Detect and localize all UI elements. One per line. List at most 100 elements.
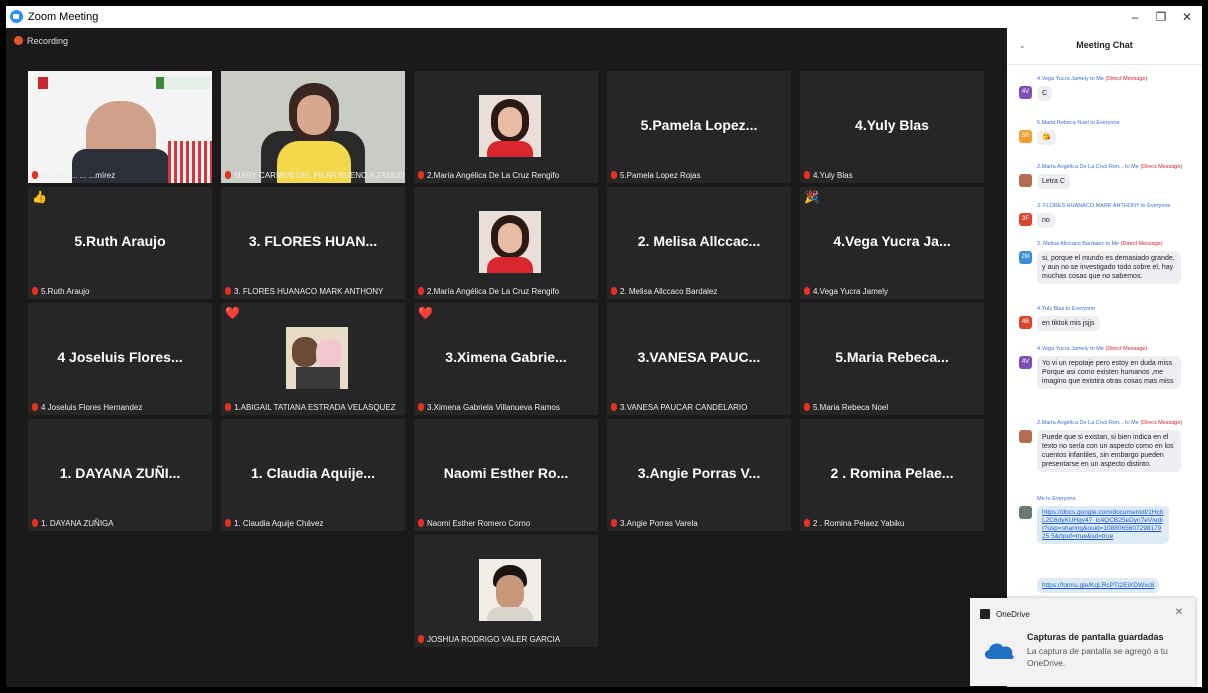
participant-tile[interactable]: 3.VANESA PAUC... 3.VANESA PAUCAR CANDELAR… [607,303,791,415]
sender-avatar: 5R [1019,130,1032,143]
sender-avatar: 4V [1019,356,1032,369]
participant-tile[interactable]: 2.María Angélica De La Cruz Rengifo [414,71,598,183]
chat-sender-line: 2. Melisa Allccaco Bardalez to Me (Direc… [1037,241,1163,247]
participant-tile[interactable]: 4.Vega Yucra Ja... 🎉 4.Vega Yucra Jamely [800,187,984,299]
participant-name-label: 2. Melisa Allccaco Bardalez [611,287,717,296]
chat-bubble: en tiktok mis jsjjs [1037,316,1100,331]
sender-avatar: 2M [1019,251,1032,264]
mic-muted-icon [418,171,424,179]
close-button[interactable]: ✕ [1174,8,1200,26]
mic-muted-icon [225,403,231,411]
window-title: Zoom Meeting [28,11,99,23]
recording-indicator[interactable]: Recording [14,36,68,46]
participant-name-label: 2 . Romina Pelaez Yabiku [804,519,904,528]
participant-photo [286,327,348,389]
participant-tile[interactable]: 3. FLORES HUAN... 3. FLORES HUANACO MARK … [221,187,405,299]
participant-name-label: 4 Joseluis Flores Hernandez [32,403,142,412]
participant-name-label: 3. FLORES HUANACO MARK ANTHONY [225,287,383,296]
chat-bubble: Yo vi un repotaje pero estoy en duda mis… [1037,356,1181,389]
title-bar: Zoom Meeting – ❐ ✕ [6,6,1202,28]
participant-display-name: 5.Ruth Araujo [74,233,166,249]
minimize-button[interactable]: – [1122,8,1148,26]
participant-display-name: 2. Melisa Allccac... [637,233,761,249]
participant-display-name: 1. DAYANA ZUÑI... [59,465,181,481]
chat-bubble: si, porque el mundo es demasiado grande,… [1037,251,1181,284]
participant-photo [479,211,541,273]
mic-muted-icon [418,635,424,643]
participant-tile[interactable]: Naomi Esther Ro... Naomi Esther Romero Co… [414,419,598,531]
restore-button[interactable]: ❐ [1148,8,1174,26]
reaction-icon: 🎉 [804,190,819,204]
participant-name-label: 1. Claudia Aquije Chávez [225,519,323,528]
participant-name-label: 4.Yuly Blas [804,171,853,180]
chat-sender-line: Me to Everyone [1037,496,1076,502]
participant-tile[interactable]: 3.Ximena Gabrie... ❤️ 3.Ximena Gabriela Vi… [414,303,598,415]
chat-sender-line: 2.María Angélica De La Cruz Ren... to Me… [1037,164,1183,170]
chat-bubble: 😘 [1037,130,1056,145]
participant-tile[interactable]: 5.Pamela Lopez... 5.Pamela Lopez Rojas [607,71,791,183]
participant-display-name: 2 . Romina Pelae... [830,465,954,481]
chat-link[interactable]: https://forms.gle/KqLRcPTt2EiXDWxc8 [1037,578,1160,593]
mic-muted-icon [32,287,38,295]
chat-link[interactable]: https://docs.google.com/document/d/1HchL… [1037,506,1169,544]
participant-tile[interactable]: 4 Joseluis Flores... 4 Joseluis Flores He… [28,303,212,415]
participant-tile[interactable]: 2 . Romina Pelae... 2 . Romina Pelaez Yab… [800,419,984,531]
mic-muted-icon [32,171,38,179]
participant-display-name: 5.Pamela Lopez... [640,117,758,133]
participant-tile[interactable]: Ricardo ... ... ...mírez [28,71,212,183]
participant-name-label: 3.VANESA PAUCAR CANDELARIO [611,403,747,412]
notification-app-name: OneDrive [996,610,1030,619]
participant-tile[interactable]: 1. DAYANA ZUÑI... 1. DAYANA ZUÑIGA [28,419,212,531]
mic-muted-icon [418,287,424,295]
participant-name-label: Naomi Esther Romero Corno [418,519,530,528]
mic-muted-icon [804,519,810,527]
sender-avatar [1019,430,1032,443]
reaction-icon: 👍 [32,190,47,204]
participant-name-label: JOSHUA RODRIGO VALER GARCIA [418,635,560,644]
onedrive-app-icon [980,609,990,619]
participant-video [168,141,212,183]
mic-muted-icon [611,519,617,527]
chat-sender-line: 4.Vega Yucra Jamely to Me (Direct Messag… [1037,346,1148,352]
participant-tile[interactable]: 5.Ruth Araujo 👍 5.Ruth Araujo [28,187,212,299]
mic-muted-icon [225,171,231,179]
participant-tile[interactable]: 2.María Angélica De La Cruz Rengifo [414,187,598,299]
participant-name-label: 5.Pamela Lopez Rojas [611,171,701,180]
participant-display-name: 5.Maria Rebeca... [835,349,949,365]
chat-sender-line: 4.Vega Yucra Jamely to Me (Direct Messag… [1037,76,1148,82]
participant-display-name: 4.Vega Yucra Ja... [833,233,951,249]
mic-muted-icon [611,287,617,295]
participant-tile[interactable]: MARY CARMEN DEL PILAR BUENO A ZAMUDIO [221,71,405,183]
participant-name-label: 4.Vega Yucra Jamely [804,287,888,296]
chat-sender-line: 3. FLORES HUANACO MARK ANTHONY to Everyo… [1037,203,1171,209]
mic-muted-icon [611,403,617,411]
reaction-icon: ❤️ [225,306,240,320]
participant-name-label: 5.Maria Rebeca Noel [804,403,888,412]
sender-avatar: 4B [1019,316,1032,329]
participant-name-label: MARY CARMEN DEL PILAR BUENO A ZAMUDIO [225,171,405,180]
participant-photo [479,95,541,157]
mic-muted-icon [804,171,810,179]
participant-tile[interactable]: ❤️ 1.ABIGAIL TATIANA ESTRADA VELASQUEZ [221,303,405,415]
notification-heading: Capturas de pantalla guardadas [1027,632,1164,642]
mic-muted-icon [418,519,424,527]
onedrive-notification[interactable]: OneDrive ✕ Capturas de pantalla guardada… [970,598,1195,686]
notification-close-button[interactable]: ✕ [1175,607,1183,618]
participant-tile[interactable]: 4.Yuly Blas 4.Yuly Blas [800,71,984,183]
participant-display-name: 3.Ximena Gabrie... [445,349,567,365]
participant-display-name: 3.VANESA PAUC... [637,349,761,365]
zoom-logo-icon [10,10,23,23]
mic-muted-icon [32,519,38,527]
participant-tile[interactable]: 1. Claudia Aquije... 1. Claudia Aquije Ch… [221,419,405,531]
mic-muted-icon [225,287,231,295]
participant-tile[interactable]: 3.Angie Porras V... 3.Angie Porras Varela [607,419,791,531]
participant-tile[interactable]: 5.Maria Rebeca... 5.Maria Rebeca Noel [800,303,984,415]
participant-tile[interactable]: JOSHUA RODRIGO VALER GARCIA [414,535,598,647]
logo-icon [38,77,48,89]
participant-name-label: 2.María Angélica De La Cruz Rengifo [418,287,559,296]
participant-tile[interactable]: 2. Melisa Allccac... 2. Melisa Allccaco B… [607,187,791,299]
chat-title: Meeting Chat [1076,40,1133,50]
zoom-window: Zoom Meeting – ❐ ✕ Recording Ricardo ...… [6,6,1202,687]
meeting-chat-panel: ⌄ Meeting Chat 4.Vega Yucra Jamely to Me… [1007,28,1202,687]
sender-avatar [1019,174,1032,187]
